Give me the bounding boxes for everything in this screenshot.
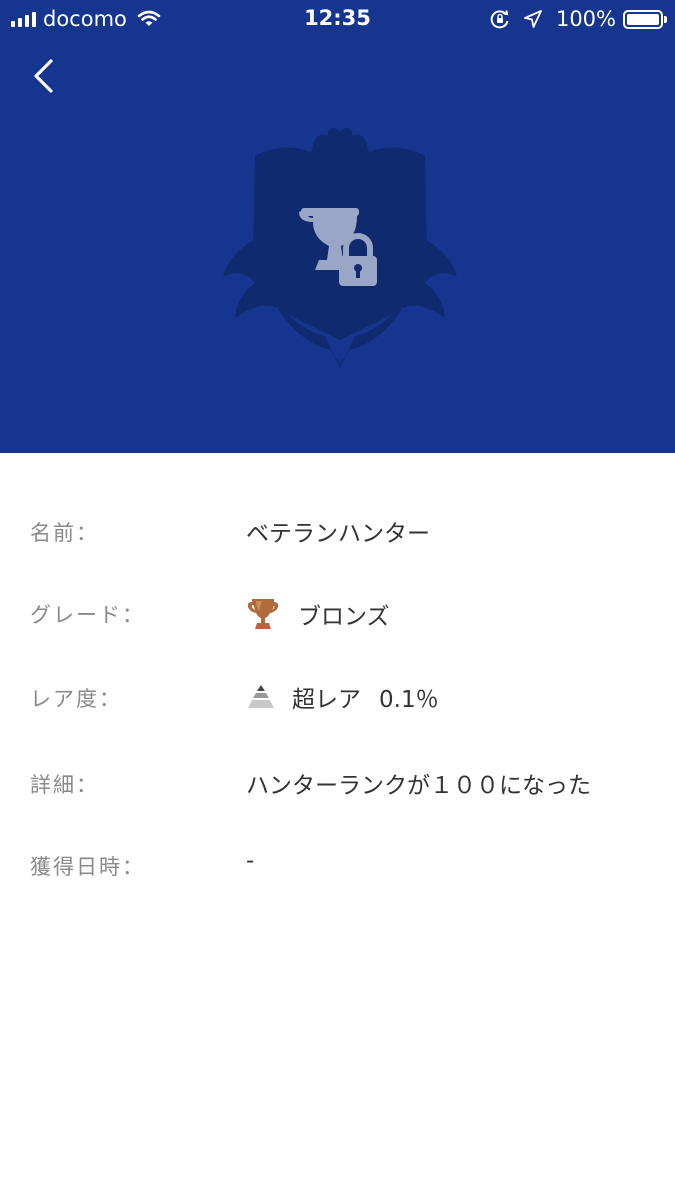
earned-value: - bbox=[246, 848, 255, 874]
rotation-lock-icon bbox=[490, 10, 509, 29]
earned-row: 獲得日時： - bbox=[0, 844, 675, 884]
battery-percent: 100% bbox=[555, 7, 616, 31]
detail-label: 詳細： bbox=[30, 773, 99, 797]
rarity-percent: 0.1％ bbox=[379, 687, 439, 713]
rarity-value-group: 超レア 0.1％ bbox=[246, 680, 439, 714]
name-row: 名前： ベテランハンター bbox=[0, 510, 675, 550]
rarity-pyramid-icon bbox=[248, 685, 274, 708]
rarity-label: レア度： bbox=[30, 687, 122, 711]
bronze-trophy-icon bbox=[247, 599, 279, 629]
detail-value: ハンターランクが１００になった bbox=[246, 773, 591, 799]
back-button[interactable] bbox=[22, 52, 66, 100]
detail-row: 詳細： ハンターランクが１００になった bbox=[0, 762, 675, 802]
rarity-row: レア度： 超レア 0.1％ bbox=[0, 676, 675, 716]
locked-trophy-crest-icon bbox=[223, 127, 457, 368]
grade-label: グレード： bbox=[30, 603, 145, 627]
name-label: 名前： bbox=[30, 521, 99, 545]
name-value: ベテランハンター bbox=[246, 521, 430, 547]
grade-value-group: ブロンズ bbox=[246, 596, 390, 632]
rarity-value: 超レア bbox=[292, 687, 361, 713]
status-bar: docomo 12:35 100% bbox=[0, 0, 675, 38]
grade-value: ブロンズ bbox=[298, 604, 390, 630]
grade-row: グレード： ブロンズ bbox=[0, 592, 675, 632]
hero-banner: docomo 12:35 100% bbox=[0, 0, 675, 453]
earned-label: 獲得日時： bbox=[30, 855, 145, 879]
location-icon bbox=[524, 10, 542, 28]
status-right: 100% bbox=[490, 6, 667, 32]
battery-icon bbox=[623, 9, 667, 29]
